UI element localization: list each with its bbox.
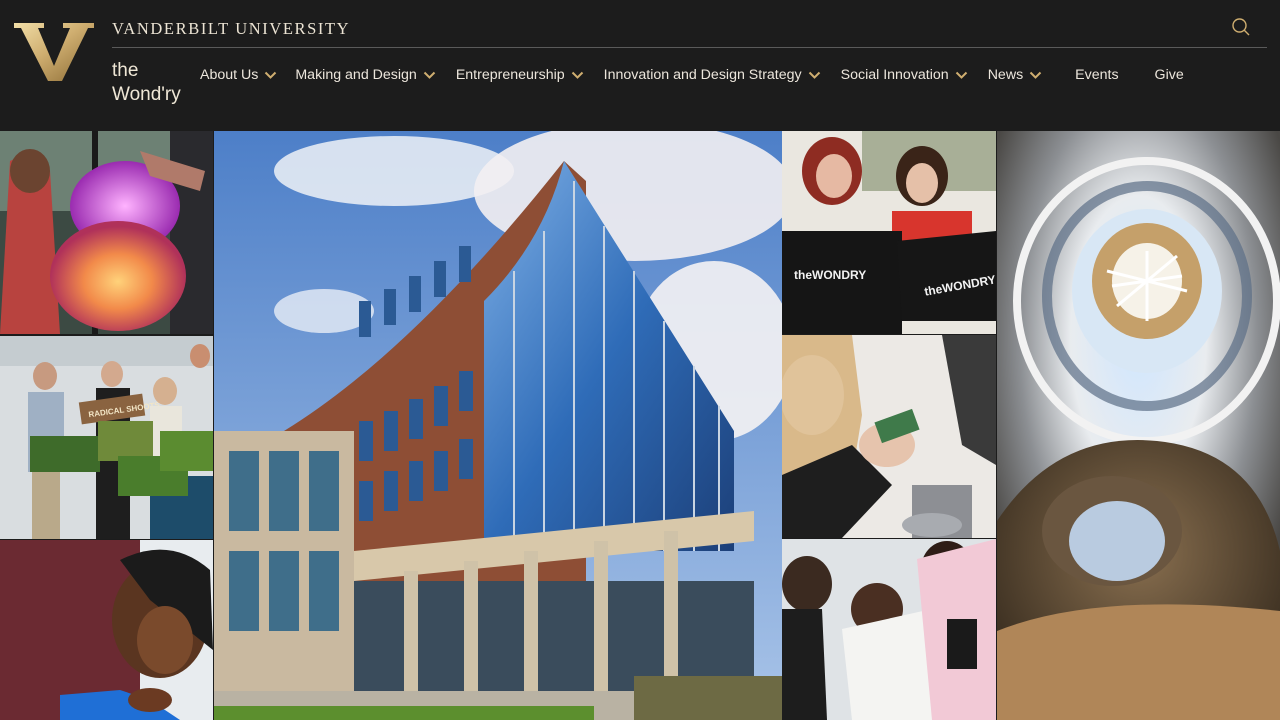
chevron-down-icon xyxy=(265,71,277,79)
nav-item-about-us[interactable]: About Us xyxy=(200,67,277,83)
nav-label: Making and Design xyxy=(295,67,417,83)
nav-label: Entrepreneurship xyxy=(455,67,565,83)
search-button[interactable] xyxy=(1230,16,1252,38)
photo-wondry-shirts: theWONDRY theWONDRY xyxy=(782,131,996,334)
vanderbilt-v-logo-icon xyxy=(14,23,94,81)
nav-label: Give xyxy=(1154,67,1184,83)
nav-item-entrepreneurship[interactable]: Entrepreneurship xyxy=(456,67,584,83)
wordmark-line-1: the xyxy=(112,60,139,81)
nav-label: News xyxy=(987,67,1024,83)
chevron-down-icon xyxy=(955,71,967,79)
site-header: VANDERBILT UNIVERSITY the Wond'ry About … xyxy=(0,0,1280,131)
nav-item-events[interactable]: Events xyxy=(1075,67,1118,83)
photo-students-collaborating xyxy=(782,539,996,720)
university-name[interactable]: VANDERBILT UNIVERSITY xyxy=(112,19,350,39)
wordmark-line-2: Wond'ry xyxy=(112,84,181,105)
photo-circuit-soldering xyxy=(782,335,996,538)
nav-label: Innovation and Design Strategy xyxy=(603,67,802,83)
nav-item-news[interactable]: News xyxy=(988,67,1042,83)
chevron-down-icon xyxy=(571,71,583,79)
photo-student-working xyxy=(0,540,213,720)
search-icon xyxy=(1232,18,1250,36)
nav-item-give[interactable]: Give xyxy=(1155,67,1184,83)
nav-item-social-innovation[interactable]: Social Innovation xyxy=(841,67,968,83)
photo-lamp-making xyxy=(0,131,213,334)
photo-microgreens-team: RADICAL SHOOTS xyxy=(0,336,213,539)
nav-item-innovation-and-design-strategy[interactable]: Innovation and Design Strategy xyxy=(604,67,821,83)
chevron-down-icon xyxy=(808,71,820,79)
vanderbilt-logo[interactable] xyxy=(14,22,94,82)
chevron-down-icon xyxy=(1029,71,1042,79)
nav-label: About Us xyxy=(200,67,259,83)
shirt-text-left: theWONDRY xyxy=(794,268,866,282)
hero-photo-collage: RADICAL SHOOTS theWONDRY theWONDRY xyxy=(0,131,1280,720)
nav-item-making-and-design[interactable]: Making and Design xyxy=(295,67,436,83)
photo-atrium-sculpture xyxy=(997,131,1280,720)
site-wordmark[interactable]: the Wond'ry xyxy=(112,59,181,107)
header-divider xyxy=(112,47,1267,48)
nav-label: Social Innovation xyxy=(840,67,949,83)
photo-wondry-building xyxy=(214,131,782,720)
nav-label: Events xyxy=(1075,67,1119,83)
chevron-down-icon xyxy=(423,71,436,79)
main-nav: About Us Making and Design Entrepreneurs… xyxy=(200,64,1184,86)
